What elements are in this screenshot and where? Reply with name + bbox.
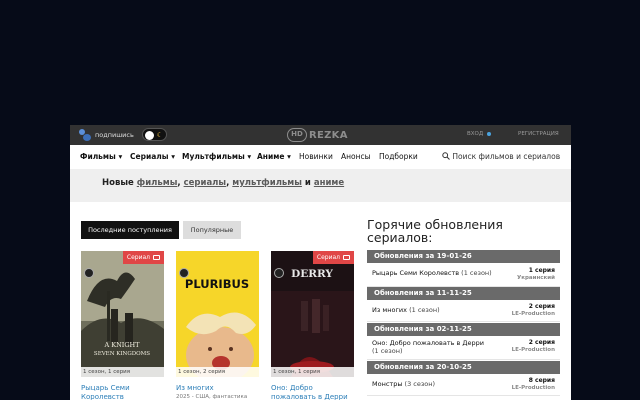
- theme-toggle[interactable]: ☾: [142, 128, 167, 141]
- chevron-down-icon: ▾: [118, 152, 123, 161]
- update-row-studio: LE-Production: [511, 347, 555, 353]
- update-row-studio: LE-Production: [511, 311, 555, 317]
- nav-item-cartoons[interactable]: Мультфильмы ▾: [182, 152, 251, 161]
- search-icon: [442, 152, 450, 160]
- update-row-episode: 2 серия: [528, 339, 555, 346]
- subscribe-link[interactable]: подпишись: [79, 129, 134, 141]
- update-date-header: Обновления за 11-11-25: [367, 287, 560, 300]
- episode-label: 1 сезон, 2 серия: [176, 367, 259, 377]
- register-link[interactable]: РЕГИСТРАЦИЯ: [518, 131, 559, 137]
- svg-text:SEVEN KINGDOMS: SEVEN KINGDOMS: [94, 351, 150, 357]
- poster-image[interactable]: PLURIBUS 1 сезон, 2 серия: [176, 251, 259, 377]
- update-row-title[interactable]: Рыцарь Семи Королевств (1 сезон): [372, 269, 492, 277]
- update-row[interactable]: Рыцарь Семи Королевств (1 сезон) 1 серия…: [367, 263, 560, 287]
- login-dot-icon: [487, 131, 492, 136]
- update-row[interactable]: Монстры (3 сезон) 8 серия LE-Production: [367, 374, 560, 396]
- nav-item-collections[interactable]: Подборки: [379, 152, 418, 161]
- site-frame: подпишись ☾ HD REZKA ВХОД РЕГИСТРАЦИЯ Фи…: [70, 125, 571, 400]
- card-title[interactable]: Оно: Добро пожаловать в Дерри: [271, 384, 357, 400]
- social-icon: [79, 129, 91, 141]
- banner-link-cartoons[interactable]: мультфильмы: [232, 178, 302, 188]
- nav-item-anime[interactable]: Аниме ▾: [257, 152, 291, 161]
- type-badge: Сериал: [312, 251, 354, 264]
- main-nav: Фильмы ▾ Сериалы ▾ Мультфильмы ▾ Аниме ▾…: [70, 145, 571, 170]
- update-row-episode: 1 серия: [528, 267, 555, 274]
- login-link[interactable]: ВХОД: [467, 131, 492, 137]
- banner-link-series[interactable]: сериалы: [184, 178, 227, 188]
- poster-title: PLURIBUS: [185, 277, 249, 291]
- logo-badge: HD: [287, 128, 307, 142]
- poster-title: DERRY: [291, 268, 333, 280]
- poster-image[interactable]: DERRY Сериал 1 сезон, 1 серия: [271, 251, 354, 377]
- updates-title: Горячие обновления сериалов:: [367, 217, 503, 245]
- tab-latest[interactable]: Последние поступления: [81, 221, 179, 239]
- new-content-banner: Новые фильмы, сериалы, мультфильмы и ани…: [70, 169, 571, 202]
- card-title[interactable]: Рыцарь Семи Королевств: [81, 384, 167, 400]
- tv-icon: [343, 255, 350, 260]
- moon-icon: ☾: [156, 131, 163, 139]
- update-row-episode: 2 серия: [528, 303, 555, 310]
- update-row-title[interactable]: Оно: Добро пожаловать в Дерри: [372, 339, 484, 347]
- banner-prefix: Новые: [102, 178, 134, 188]
- card-meta: 2025 - США, фантастика: [176, 394, 248, 400]
- update-date-header: Обновления за 20-10-25: [367, 361, 560, 374]
- update-row-episode: 8 серия: [528, 377, 555, 384]
- nav-item-films[interactable]: Фильмы ▾: [80, 152, 122, 161]
- update-row-studio: Украинский: [517, 275, 555, 281]
- banner-line: Новые фильмы, сериалы, мультфильмы и ани…: [102, 178, 345, 188]
- subscribe-label: подпишись: [95, 131, 134, 139]
- svg-text:A KNIGHT: A KNIGHT: [103, 341, 140, 349]
- update-row-title[interactable]: Монстры (3 сезон): [372, 380, 435, 388]
- update-row[interactable]: Из многих (1 сезон) 2 серия LE-Productio…: [367, 300, 560, 322]
- search-placeholder: Поиск фильмов и сериалов: [452, 152, 561, 161]
- nav-item-series[interactable]: Сериалы ▾: [130, 152, 175, 161]
- tab-popular[interactable]: Популярные: [183, 221, 241, 239]
- chevron-down-icon: ▾: [287, 152, 291, 161]
- login-label: ВХОД: [467, 131, 484, 137]
- episode-label: 1 сезон, 1 серия: [271, 367, 354, 377]
- update-row-season: (1 сезон): [372, 347, 403, 355]
- nav-item-new[interactable]: Новинки: [299, 152, 333, 161]
- play-icon[interactable]: [274, 268, 284, 278]
- update-date-header: Обновления за 19-01-26: [367, 250, 560, 263]
- chevron-down-icon: ▾: [247, 152, 252, 161]
- nav-item-announces[interactable]: Анонсы: [341, 152, 371, 161]
- top-bar: подпишись ☾ HD REZKA ВХОД РЕГИСТРАЦИЯ: [70, 125, 571, 145]
- update-date-header: Обновления за 02-11-25: [367, 323, 560, 336]
- tv-icon: [153, 255, 160, 260]
- banner-link-films[interactable]: фильмы: [137, 178, 178, 188]
- episode-label: 1 сезон, 1 серия: [81, 367, 164, 377]
- banner-link-anime[interactable]: аниме: [314, 178, 344, 188]
- update-row[interactable]: Оно: Добро пожаловать в Дерри (1 сезон) …: [367, 336, 560, 360]
- poster-image[interactable]: A KNIGHT SEVEN KINGDOMS Сериал 1 сезон, …: [81, 251, 164, 377]
- play-icon[interactable]: [84, 268, 94, 278]
- play-icon[interactable]: [179, 268, 189, 278]
- logo-text: REZKA: [309, 129, 348, 141]
- update-row-studio: LE-Production: [511, 385, 555, 391]
- search-box[interactable]: Поиск фильмов и сериалов: [442, 152, 560, 161]
- update-row-title[interactable]: Из многих (1 сезон): [372, 306, 440, 314]
- chevron-down-icon: ▾: [171, 152, 175, 161]
- card-title[interactable]: Из многих: [176, 384, 262, 393]
- type-badge: Сериал: [122, 251, 164, 264]
- site-logo[interactable]: HD REZKA: [287, 127, 348, 143]
- toggle-knob: [145, 130, 154, 140]
